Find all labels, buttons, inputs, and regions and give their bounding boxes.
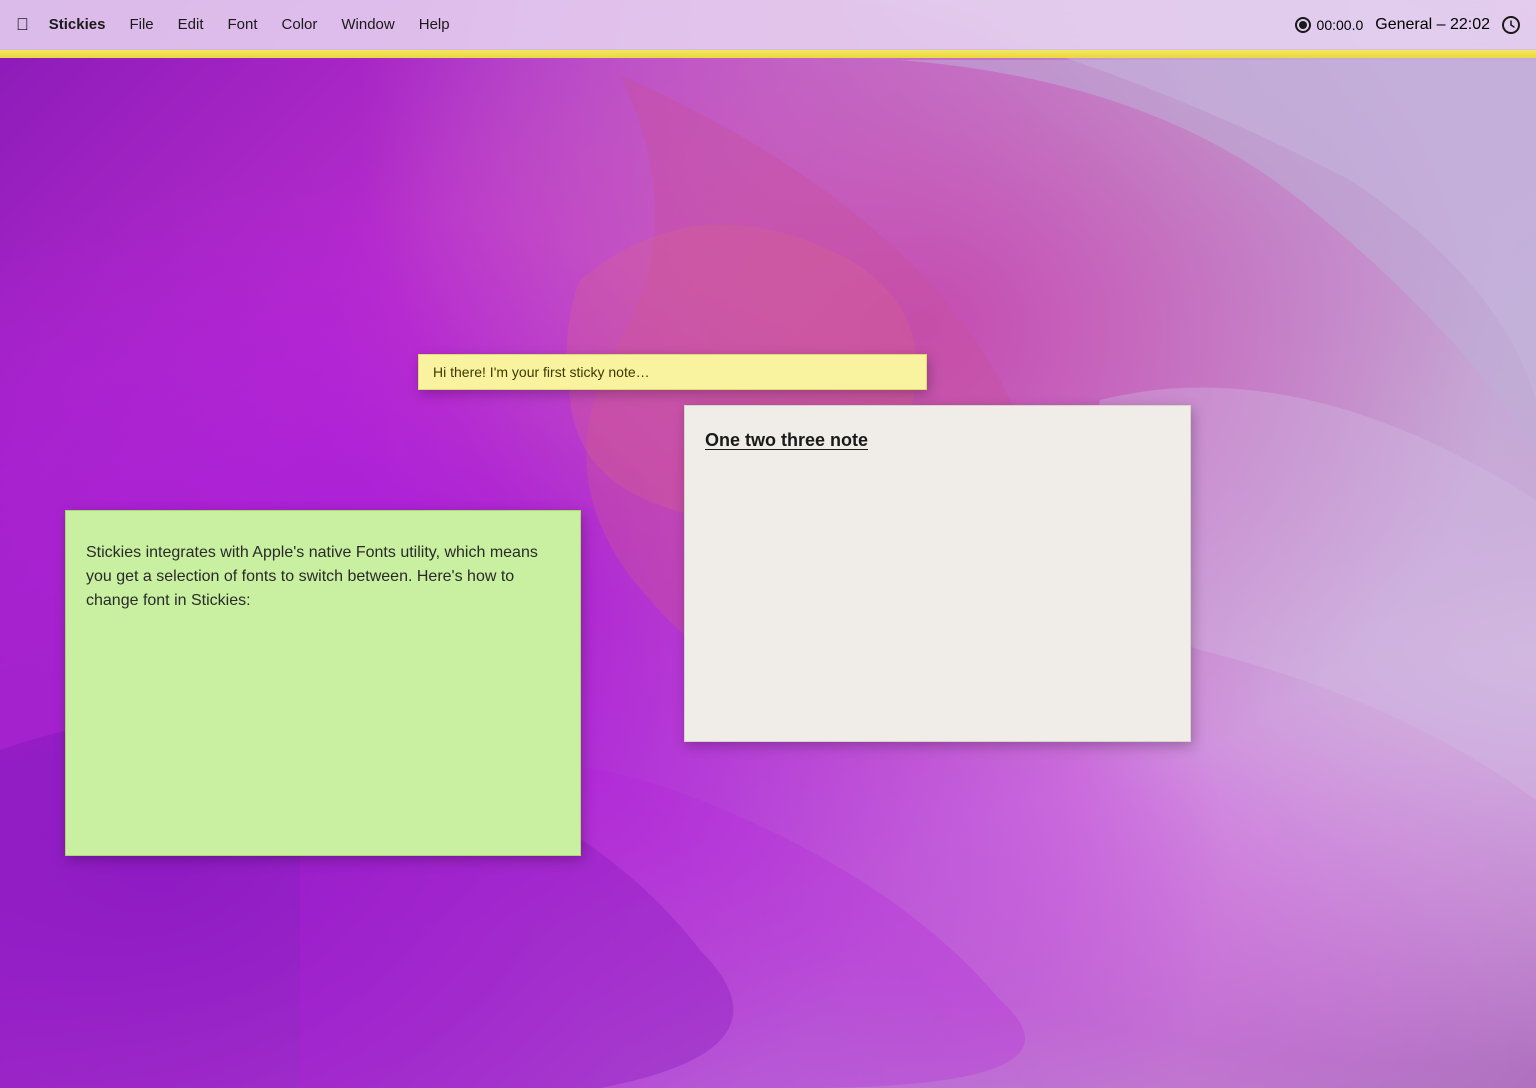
yellow-bar [0, 50, 1536, 58]
menubar:  Stickies File Edit Font Color Window H… [0, 0, 1536, 50]
record-icon [1295, 17, 1311, 33]
apple-menu[interactable]:  [16, 15, 29, 35]
menubar-help[interactable]: Help [409, 12, 460, 37]
menubar-edit[interactable]: Edit [168, 12, 214, 37]
sticky-note-yellow[interactable]: Hi there! I'm your first sticky note… [418, 354, 927, 390]
sticky-note-white[interactable]: One two three note [684, 405, 1191, 742]
menubar-app-name[interactable]: Stickies [39, 12, 116, 37]
clock-icon[interactable] [1502, 16, 1520, 34]
timer-display: 00:00.0 [1317, 17, 1364, 33]
record-button[interactable]: 00:00.0 [1295, 17, 1364, 33]
menubar-file[interactable]: File [119, 12, 163, 37]
sticky-white-title: One two three note [705, 430, 1170, 451]
general-time-display: General – 22:02 [1375, 16, 1490, 34]
sticky-yellow-text: Hi there! I'm your first sticky note… [433, 364, 912, 380]
menubar-left:  Stickies File Edit Font Color Window H… [16, 12, 1295, 37]
menubar-window[interactable]: Window [331, 12, 404, 37]
menubar-color[interactable]: Color [272, 12, 328, 37]
menubar-right: 00:00.0 General – 22:02 [1295, 16, 1520, 34]
sticky-note-green[interactable]: Stickies integrates with Apple's native … [65, 510, 581, 856]
record-dot [1299, 21, 1307, 29]
sticky-green-content: Stickies integrates with Apple's native … [86, 541, 560, 613]
menubar-font[interactable]: Font [218, 12, 268, 37]
